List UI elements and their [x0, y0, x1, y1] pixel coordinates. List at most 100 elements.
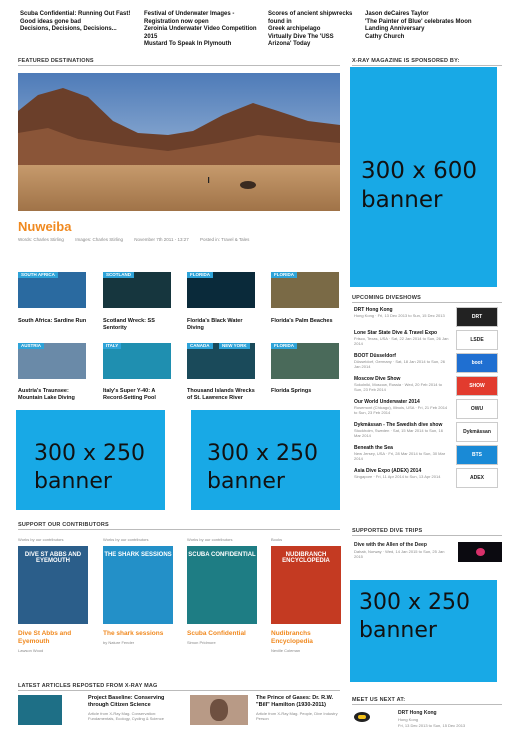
diveshow-date: New Jersey, USA · Fri, 28 Mar 2014 to Su…	[354, 451, 446, 461]
destination-tag: ITALY	[103, 343, 122, 349]
diveshow-item[interactable]: BOOT Düsseldorf Düsseldorf, Germany · Sat…	[354, 353, 464, 369]
news-link[interactable]: 2015	[144, 34, 264, 42]
book-title[interactable]: The shark sessions	[103, 630, 177, 638]
book-title[interactable]: Nudibranchs Encyclopedia	[271, 630, 345, 646]
news-col-4: Jason deCaires Taylor 'The Painter of Bl…	[365, 11, 505, 41]
destination-thumbnail[interactable]: FLORIDA	[187, 272, 255, 308]
news-link[interactable]: Decisions, Decisions, Decisions...	[20, 26, 140, 34]
news-link[interactable]: Registration now open	[144, 19, 264, 27]
diveshow-logo-icon[interactable]: OWU	[456, 399, 498, 419]
sponsored-heading: X-RAY MAGAZINE IS SPONSORED BY:	[352, 58, 460, 64]
book-heading: Works by our contributors	[187, 537, 233, 542]
top-news: Scuba Confidential: Running Out Fast! Go…	[20, 11, 352, 49]
article-title: Project Baseline: Conserving through Cit…	[88, 695, 165, 708]
news-link[interactable]: Cathy Church	[365, 34, 505, 42]
book-heading: Books	[271, 537, 283, 542]
book-title[interactable]: Scuba Confidential	[187, 630, 261, 638]
diveshow-list: DRT Hong Kong Hong Kong · Fri, 13 Dec 201…	[354, 307, 504, 507]
news-link[interactable]: 'The Painter of Blue' celebrates Moon	[365, 19, 505, 27]
dive-trip-thumbnail	[458, 542, 502, 562]
latest-article[interactable]: The Prince of Gases: Dr. R.W. "Bill" Ham…	[190, 695, 340, 735]
destination-caption[interactable]: Austria's Traunsee: Mountain Lake Diving	[18, 388, 90, 402]
destination-caption[interactable]: Florida's Black Water Diving	[187, 318, 259, 332]
book-cover[interactable]: NUDIBRANCH ENCYCLOPEDIA	[271, 546, 341, 624]
banner-300x600[interactable]: 300 x 600 banner	[350, 67, 497, 287]
diveshow-item[interactable]: Our World Underwater 2014 Rosemont (Chica…	[354, 399, 464, 415]
book-cover-text: THE SHARK SESSIONS	[104, 552, 172, 558]
divider	[352, 65, 502, 66]
news-link[interactable]: Mustard To Speak In Plymouth	[144, 41, 264, 49]
diveshow-date: Hong Kong · Fri, 13 Dec 2013 to Sun, 15 …	[354, 313, 445, 318]
diveshow-item[interactable]: Asia Dive Expo (ADEX) 2014 Singapore · Fr…	[354, 468, 464, 479]
diveshow-item[interactable]: Lone Star State Dive & Travel Expo Frisco…	[354, 330, 464, 346]
latest-article[interactable]: Project Baseline: Conserving through Cit…	[18, 695, 176, 735]
news-link[interactable]: Landing Anniversary	[365, 26, 505, 34]
destination-thumbnail[interactable]: SCOTLAND	[103, 272, 171, 308]
featured-image[interactable]	[18, 73, 340, 211]
featured-title[interactable]: Nuweiba	[18, 219, 71, 234]
diveshow-logo-icon[interactable]: boot	[456, 353, 498, 373]
banner-300x250-right[interactable]: 300 x 250 banner	[350, 580, 497, 682]
diveshow-logo-icon[interactable]: SHOW	[456, 376, 498, 396]
destination-caption[interactable]: Italy's Super Y-40: A Record-Setting Poo…	[103, 388, 175, 402]
banner-300x250-center[interactable]: 300 x 250 banner	[191, 410, 340, 510]
latest-heading: LATEST ARTICLES REPOSTED FROM X-RAY MAG	[18, 683, 158, 689]
meta-author: Words: Charles Stirling	[18, 237, 64, 242]
destination-tag: SCOTLAND	[103, 272, 134, 278]
news-link[interactable]: Scores of ancient shipwrecks found in	[268, 11, 358, 26]
news-link[interactable]: Festival of Underwater Images -	[144, 11, 264, 19]
meta-date: November 7th 2011 - 13:27	[134, 237, 189, 242]
divider	[352, 302, 502, 303]
destination-thumbnail[interactable]: AUSTRIA	[18, 343, 86, 379]
book-author: Lawson Wood	[18, 648, 44, 653]
banner-label: banner	[34, 469, 112, 494]
book-cover[interactable]: THE SHARK SESSIONS	[103, 546, 173, 624]
destination-caption[interactable]: South Africa: Sardine Run	[18, 318, 90, 325]
book-cover-text: NUDIBRANCH ENCYCLOPEDIA	[282, 552, 330, 564]
desert-landscape-image	[18, 73, 340, 211]
diveshow-item[interactable]: Moscow Dive Show Sokolniki, Moscow, Russi…	[354, 376, 464, 392]
book-cover[interactable]: SCUBA CONFIDENTIAL	[187, 546, 257, 624]
diveshow-logo-icon[interactable]: BTS	[456, 445, 498, 465]
destination-thumbnail[interactable]: FLORIDA	[271, 272, 339, 308]
destination-thumbnail[interactable]: FLORIDA	[271, 343, 339, 379]
destination-thumbnail[interactable]: SOUTH AFRICA	[18, 272, 86, 308]
diveshow-date: Stockholm, Sweden · Sat, 15 Mar 2014 to …	[354, 428, 443, 438]
diveshow-logo-icon[interactable]: DRT	[456, 307, 498, 327]
destination-caption[interactable]: Thousand Islands Wrecks of St. Lawrence …	[187, 388, 259, 402]
diveshow-logo-icon[interactable]: LSDE	[456, 330, 498, 350]
diveshow-item[interactable]: Dykmässan - The Swedish dive show Stockho…	[354, 422, 464, 438]
destination-thumbnail[interactable]: CANADA NEW YORK	[187, 343, 255, 379]
drt-logo-icon	[354, 712, 370, 722]
news-link[interactable]: Greek archipelago	[268, 26, 358, 34]
divider	[18, 65, 340, 66]
book-cover[interactable]: DIVE ST ABBS AND EYEMOUTH	[18, 546, 88, 624]
banner-size: 300 x 250	[359, 590, 470, 615]
diveshow-date: Rosemont (Chicago), Illinois, USA · Fri,…	[354, 405, 448, 415]
destination-thumbnail[interactable]: ITALY	[103, 343, 171, 379]
support-heading: SUPPORT OUR CONTRIBUTORS	[18, 522, 109, 528]
diveshow-item[interactable]: Beneath the Sea New Jersey, USA · Fri, 28…	[354, 445, 464, 461]
news-link[interactable]: Scuba Confidential: Running Out Fast!	[20, 11, 140, 19]
diveshow-logo-icon[interactable]: Dykmässan	[456, 422, 498, 442]
news-link[interactable]: Zeroinia Underwater Video Competition	[144, 26, 264, 34]
banner-300x250-left[interactable]: 300 x 250 banner	[16, 410, 165, 510]
destination-tag: CANADA	[187, 343, 213, 349]
book-title[interactable]: Dive St Abbs and Eyemouth	[18, 630, 92, 646]
book-heading: Works by our contributors	[18, 537, 64, 542]
dive-trip-item[interactable]: Dive with the Allen of the Deep Dahab, N…	[354, 542, 504, 566]
article-note: Article from X-Ray Mag. Conservation: Fu…	[88, 711, 164, 721]
dive-trip-title: Dive with the Allen of the Deep	[354, 542, 427, 548]
diveshow-item[interactable]: DRT Hong Kong Hong Kong · Fri, 13 Dec 201…	[354, 307, 464, 318]
diveshow-logo-icon[interactable]: ADEX	[456, 468, 498, 488]
diveshow-date: Düsseldorf, Germany · Sat, 18 Jan 2014 t…	[354, 359, 445, 369]
divider	[18, 690, 340, 691]
destination-caption[interactable]: Florida Springs	[271, 388, 343, 395]
news-link[interactable]: Good ideas gone bad	[20, 19, 140, 27]
news-link[interactable]: Virtually Dive The 'USS Arizona' Today	[268, 34, 358, 49]
destination-caption[interactable]: Scotland Wreck: SS Sentority	[103, 318, 175, 332]
meet-date: Fri, 13 Dec 2013 to Sun, 15 Dec 2013	[398, 723, 466, 728]
news-link[interactable]: Jason deCaires Taylor	[365, 11, 505, 19]
meet-item[interactable]: DRT Hong Kong Hong Kong Fri, 13 Dec 2013…	[354, 710, 504, 736]
destination-caption[interactable]: Florida's Palm Beaches	[271, 318, 343, 325]
